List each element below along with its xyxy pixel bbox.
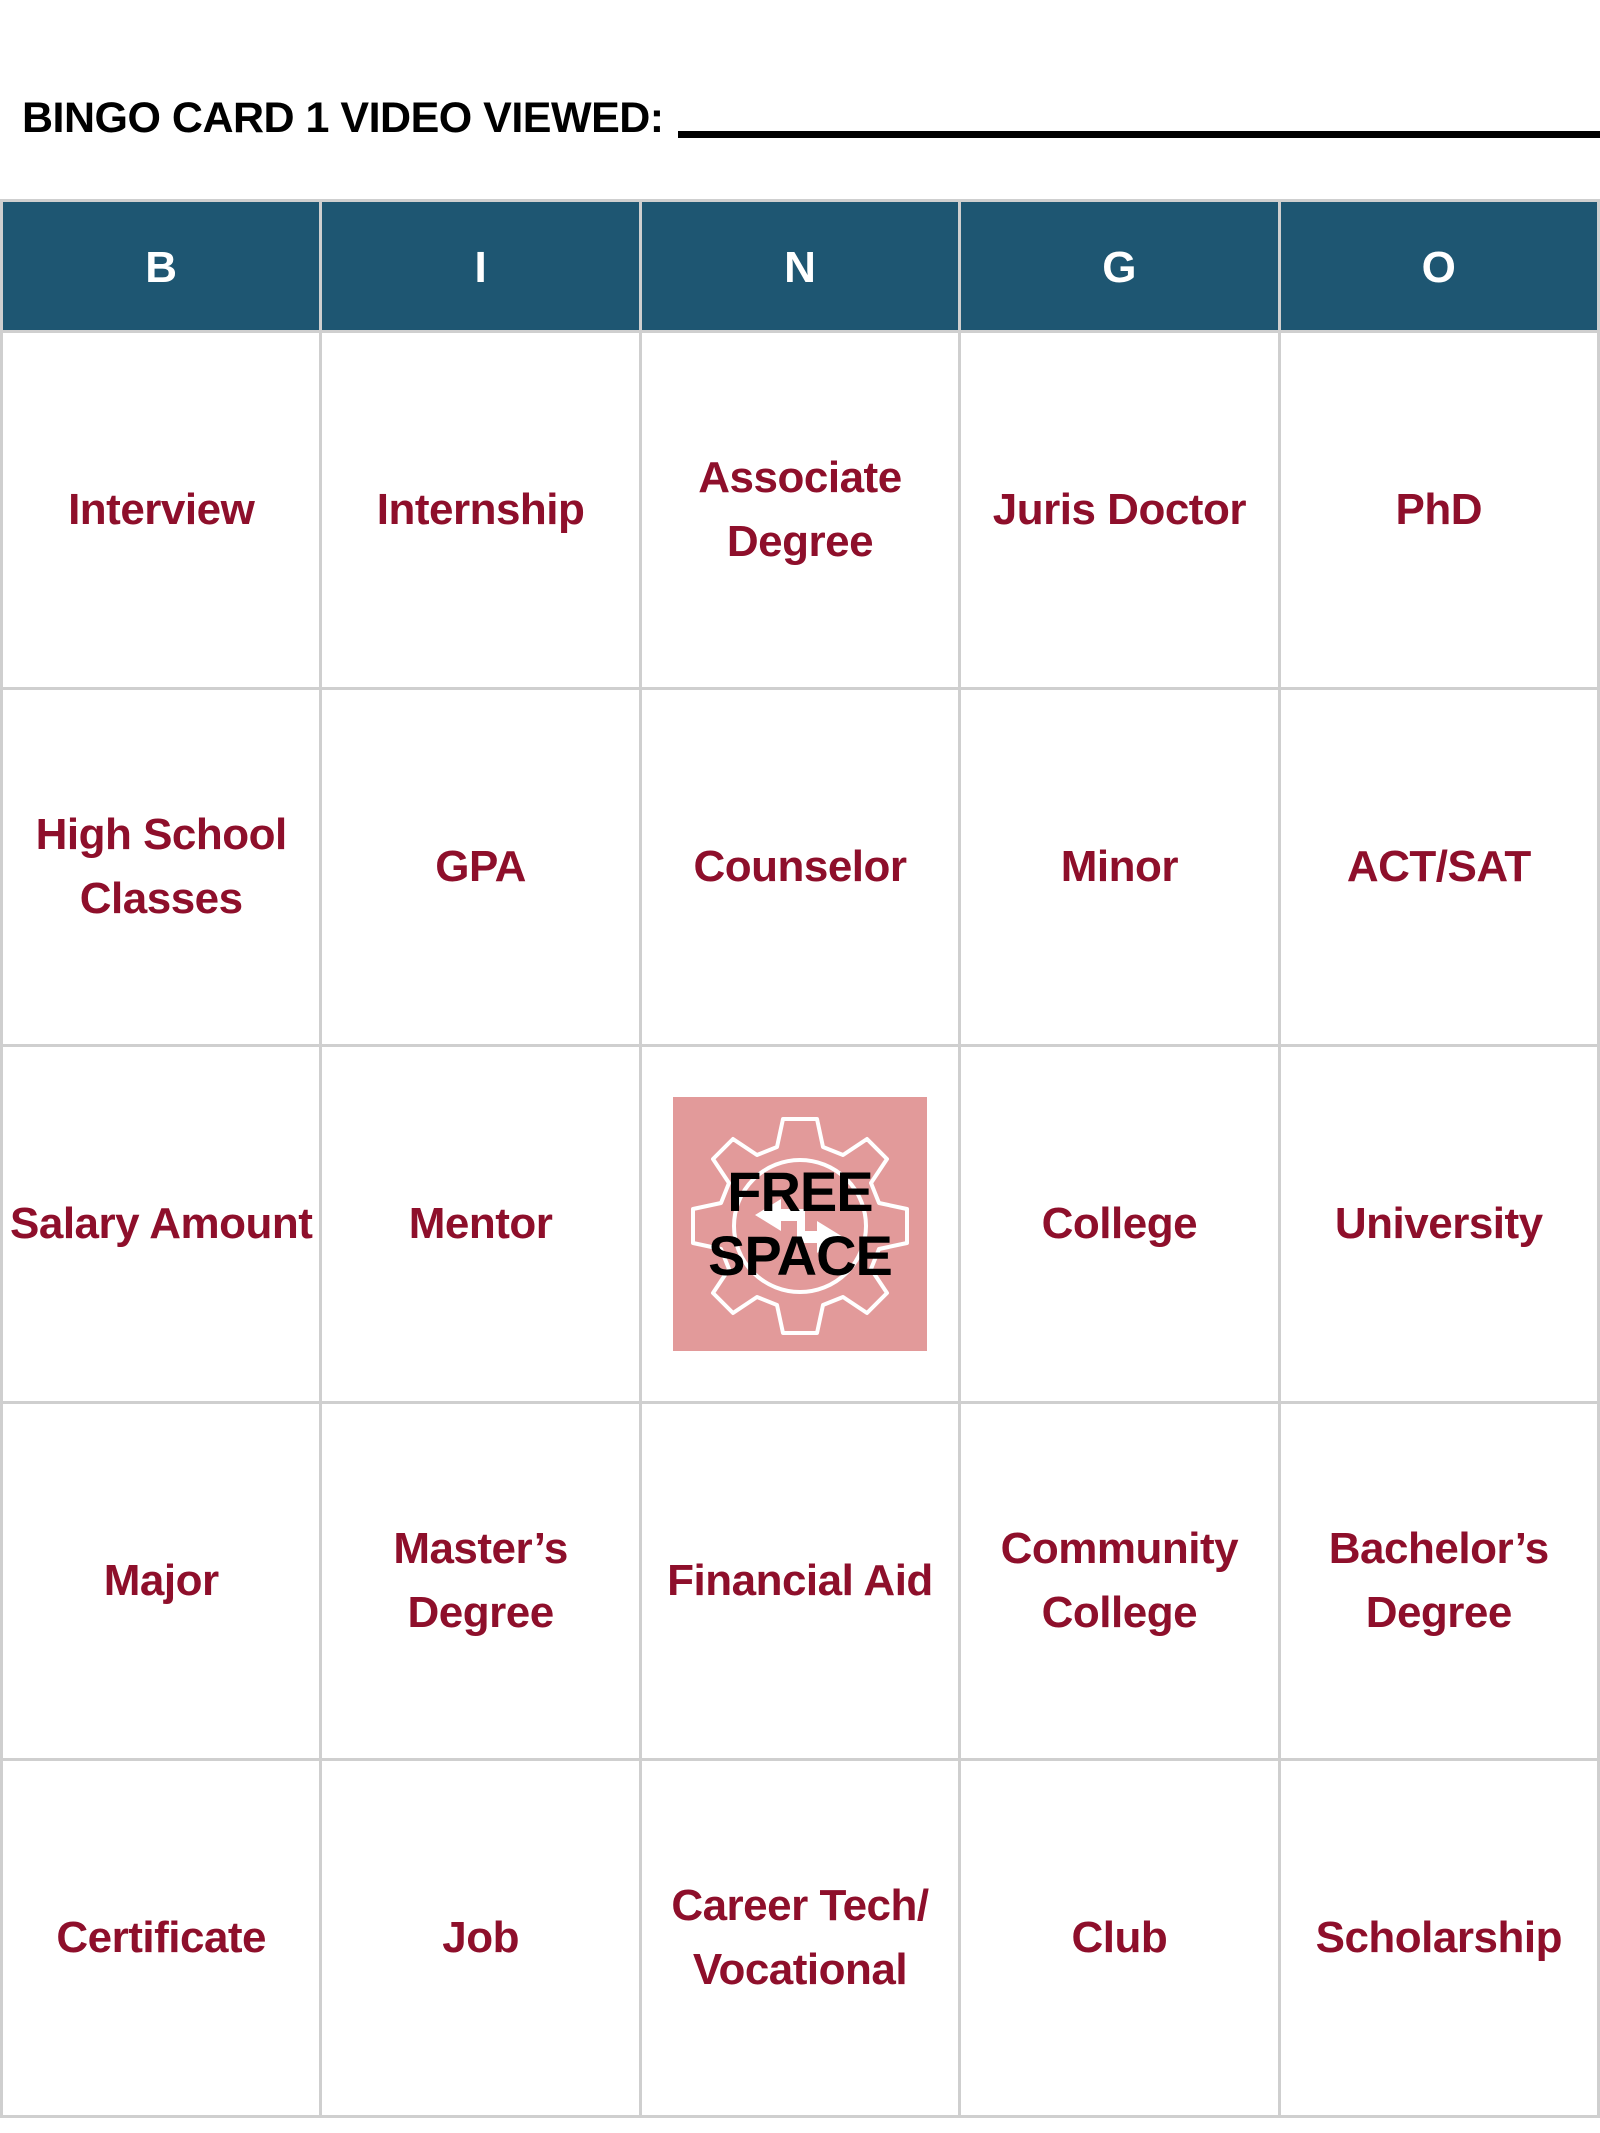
bingo-cell[interactable]: High School Classes — [0, 687, 323, 1047]
column-header-g: G — [958, 199, 1281, 333]
bingo-cell[interactable]: Internship — [319, 330, 642, 690]
bingo-cell[interactable]: Financial Aid — [638, 1401, 962, 1761]
column-header-o: O — [1277, 199, 1600, 333]
bingo-cell[interactable]: Associate Degree — [638, 330, 962, 690]
bingo-row: Major Master’s Degree Financial Aid Comm… — [0, 1401, 1600, 1761]
column-header-b: B — [0, 199, 323, 333]
free-space-line-1: FREE — [727, 1160, 873, 1223]
card-title-bar: BINGO CARD 1 VIDEO VIEWED: — [22, 80, 1600, 140]
header-row: B I N G O — [0, 199, 1600, 333]
bingo-cell[interactable]: Club — [958, 1758, 1281, 2118]
bingo-cell[interactable]: Scholarship — [1277, 1758, 1600, 2118]
card-title: BINGO CARD 1 VIDEO VIEWED: — [22, 94, 664, 142]
bingo-card-grid: B I N G O Interview Internship Associate… — [0, 199, 1600, 2118]
free-space-cell[interactable]: FREE SPACE — [638, 1044, 962, 1404]
bingo-cell[interactable]: Job — [319, 1758, 642, 2118]
column-header-n: N — [638, 199, 962, 333]
free-space-label: FREE SPACE — [708, 1160, 893, 1288]
bingo-cell[interactable]: Mentor — [319, 1044, 642, 1404]
bingo-cell[interactable]: Master’s Degree — [319, 1401, 642, 1761]
bingo-cell[interactable]: Career Tech/ Vocational — [638, 1758, 962, 2118]
bingo-row: Interview Internship Associate Degree Ju… — [0, 330, 1600, 690]
bingo-row: Certificate Job Career Tech/ Vocational … — [0, 1758, 1600, 2118]
bingo-cell[interactable]: College — [958, 1044, 1281, 1404]
bingo-cell[interactable]: University — [1277, 1044, 1600, 1404]
bingo-cell[interactable]: Bachelor’s Degree — [1277, 1401, 1600, 1761]
bingo-cell[interactable]: Major — [0, 1401, 323, 1761]
bingo-cell[interactable]: Minor — [958, 687, 1281, 1047]
bingo-cell[interactable]: PhD — [1277, 330, 1600, 690]
bingo-cell[interactable]: GPA — [319, 687, 642, 1047]
video-viewed-blank-line[interactable] — [677, 131, 1600, 138]
free-space-tile: FREE SPACE — [672, 1097, 927, 1351]
bingo-cell[interactable]: Salary Amount — [0, 1044, 323, 1404]
bingo-cell[interactable]: Juris Doctor — [958, 330, 1281, 690]
bingo-cell[interactable]: Interview — [0, 330, 323, 690]
bingo-cell[interactable]: Community College — [958, 1401, 1281, 1761]
bingo-cell[interactable]: ACT/SAT — [1277, 687, 1600, 1047]
bingo-row: Salary Amount Mentor FREE SPACE College … — [0, 1044, 1600, 1404]
bingo-cell[interactable]: Counselor — [638, 687, 962, 1047]
bingo-cell[interactable]: Certificate — [0, 1758, 323, 2118]
free-space-line-2: SPACE — [708, 1224, 893, 1287]
column-header-i: I — [319, 199, 642, 333]
bingo-row: High School Classes GPA Counselor Minor … — [0, 687, 1600, 1047]
